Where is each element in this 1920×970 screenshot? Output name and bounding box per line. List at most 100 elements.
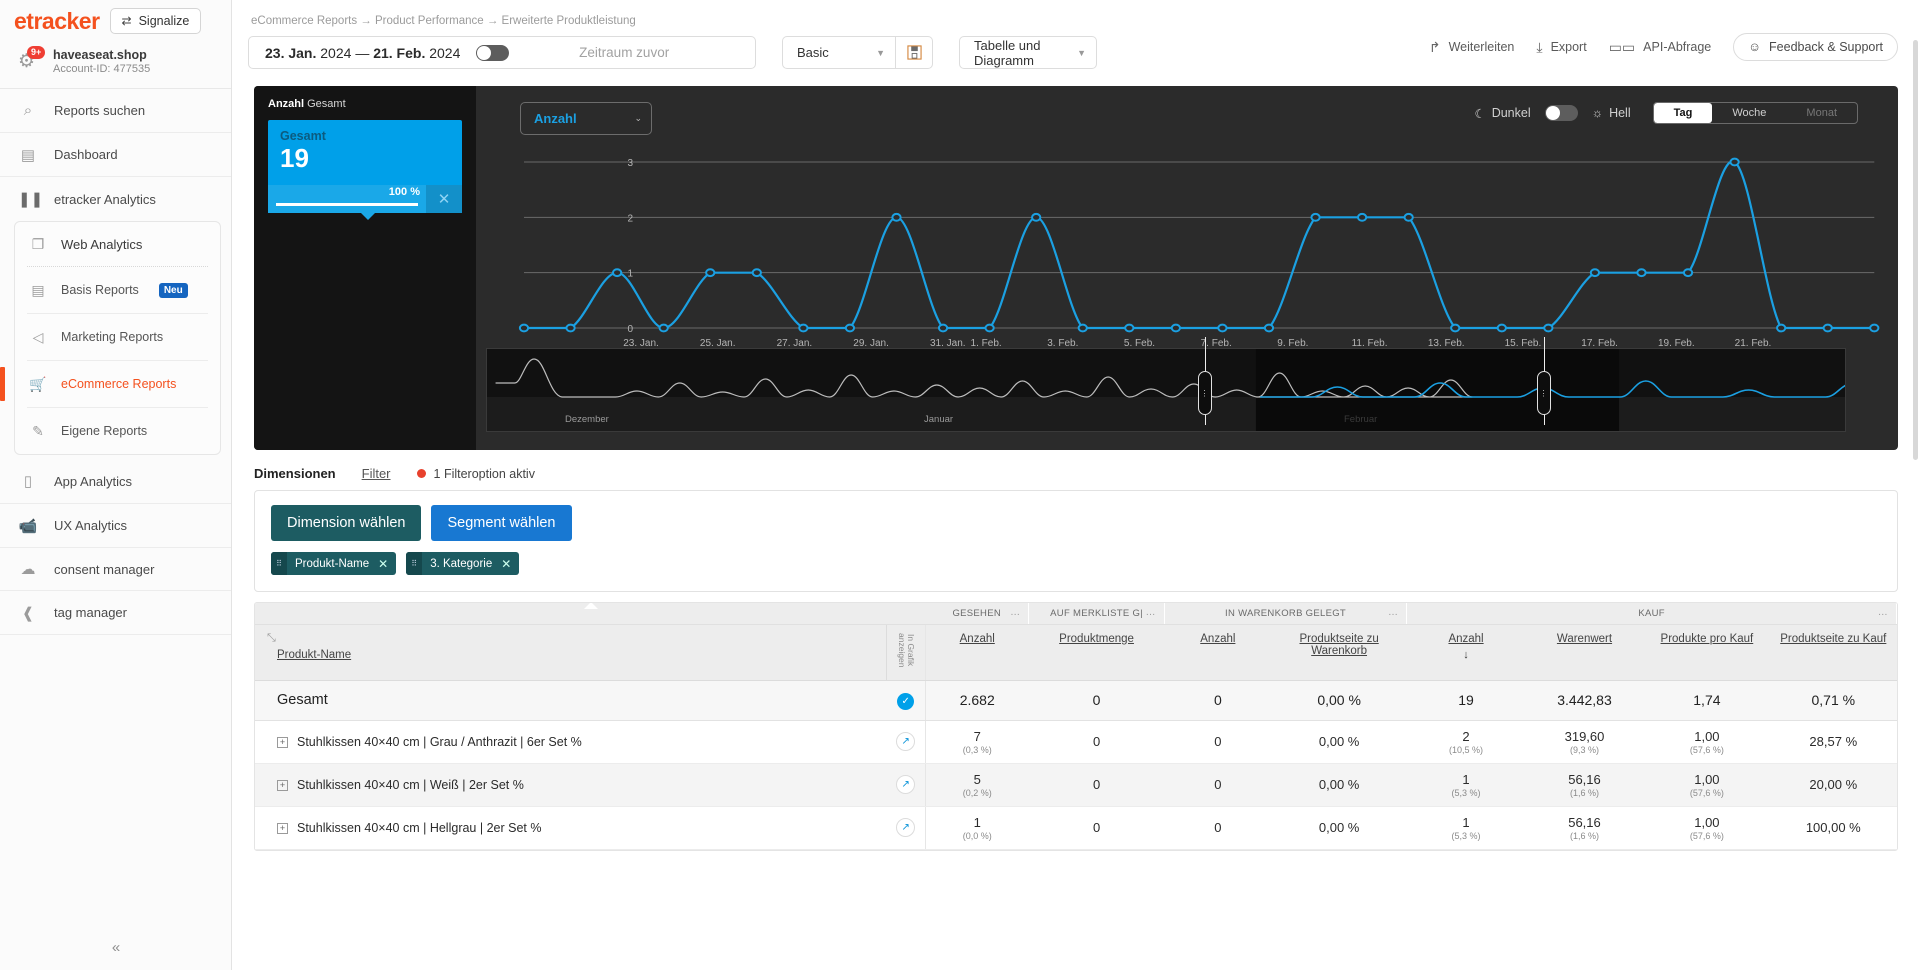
table-row[interactable]: + Stuhlkissen 40×40 cm | Weiß | 2er Set %… <box>255 763 1897 807</box>
total-cell: 0 <box>1164 680 1272 721</box>
preset-select[interactable]: Basic ▼ <box>782 36 895 69</box>
account-switcher[interactable]: ⚙ 9+ haveaseat.shop Account-ID: 477535 <box>0 42 231 89</box>
top-toolbar: eCommerce Reports → Product Performance … <box>232 0 1920 86</box>
theme-toggle[interactable] <box>1544 105 1578 121</box>
row-cell: 0 <box>1028 763 1165 807</box>
signalize-button[interactable]: ⇄ Signalize <box>109 8 202 34</box>
row-cell: 319,60 (9,3 %) <box>1525 720 1644 764</box>
sidebar-item-marketing-reports[interactable]: ◁ Marketing Reports <box>15 314 220 360</box>
column-label[interactable]: Anzahl <box>960 633 995 645</box>
choose-segment-button[interactable]: Segment wählen <box>431 505 572 541</box>
sparkline-icon: ↗ <box>896 775 916 794</box>
sort-arrow-icon[interactable]: ↓ <box>1415 649 1517 661</box>
metric-select[interactable]: Anzahl ⌄ <box>520 102 652 135</box>
dimension-chips: ⠿ Produkt-Name ✕ ⠿ 3. Kategorie ✕ <box>271 552 1881 575</box>
sidebar-item-eigene-reports[interactable]: ✎ Eigene Reports <box>15 408 220 454</box>
sidebar-item-dashboard[interactable]: ▤ Dashboard <box>0 133 231 177</box>
column-label[interactable]: Anzahl <box>1200 633 1235 645</box>
navigator-handle-left[interactable]: ⋮ <box>1198 371 1212 415</box>
table-row[interactable]: + Stuhlkissen 40×40 cm | Hellgrau | 2er S… <box>255 806 1897 850</box>
account-name: haveaseat.shop <box>53 48 147 62</box>
line-chart[interactable]: 0 1 2 3 23. Jan. 25. Jan. 27. Jan. 29. Jan. 31. … <box>490 156 1884 356</box>
column-label[interactable]: Warenwert <box>1557 633 1612 645</box>
column-label[interactable]: Produktmenge <box>1059 633 1134 645</box>
choose-dimension-button[interactable]: Dimension wählen <box>271 505 422 541</box>
row-name-cell[interactable]: + Stuhlkissen 40×40 cm | Weiß | 2er Set % <box>255 763 887 807</box>
sidebar-item-ecommerce-reports[interactable]: 🛒 eCommerce Reports <box>0 361 220 407</box>
granularity-tag[interactable]: Tag <box>1653 103 1713 123</box>
date-range-control[interactable]: 23. Jan. 2024 — 21. Feb. 2024 Zeitraum z… <box>248 36 756 69</box>
metric-card-close-button[interactable]: ✕ <box>426 185 462 213</box>
chip-3-kategorie[interactable]: ⠿ 3. Kategorie ✕ <box>406 552 520 575</box>
group-menu-icon[interactable]: … <box>1145 607 1155 618</box>
sidebar-item-label: tag manager <box>54 605 127 620</box>
column-label[interactable]: Produkte pro Kauf <box>1661 633 1754 645</box>
column-label[interactable]: Produktseite zu Kauf <box>1780 633 1886 645</box>
sidebar-item-ux-analytics[interactable]: 📹 UX Analytics <box>0 503 231 547</box>
group-menu-icon[interactable]: … <box>1010 607 1020 618</box>
row-name-cell[interactable]: + Stuhlkissen 40×40 cm | Hellgrau | 2er S… <box>255 806 887 850</box>
sidebar-collapse-button[interactable]: « <box>0 939 232 956</box>
export-button[interactable]: ⤓ Export <box>1536 39 1586 56</box>
total-cell: 2.682 <box>924 680 1029 721</box>
sidebar-item-basis-reports[interactable]: ▤ Basis Reports Neu <box>15 267 220 313</box>
row-graphic-toggle[interactable]: ↗ <box>886 720 926 764</box>
granularity-woche[interactable]: Woche <box>1712 103 1786 123</box>
collapse-arrows-icon[interactable]: ⤡ <box>267 632 276 645</box>
navigator-svg <box>487 349 1845 431</box>
table-row[interactable]: + Stuhlkissen 40×40 cm | Grau / Anthrazit… <box>255 720 1897 764</box>
column-label[interactable]: Anzahl <box>1448 633 1483 645</box>
row-cell: 20,00 % <box>1770 763 1897 807</box>
tab-dimensionen[interactable]: Dimensionen <box>254 466 336 481</box>
filter-active-label: 1 Filteroption aktiv <box>433 466 535 481</box>
column-label: In Grafik anzeigen <box>896 632 916 668</box>
pencil-icon: ✎ <box>32 422 44 439</box>
save-report-button[interactable] <box>895 36 933 69</box>
row-cell: 1,00 (57,6 %) <box>1643 806 1771 850</box>
view-mode-select[interactable]: Tabelle und Diagramm ▼ <box>959 36 1097 69</box>
expand-row-icon[interactable]: + <box>277 822 288 834</box>
sidebar-item-label: consent manager <box>54 561 155 577</box>
date-range-value[interactable]: 23. Jan. 2024 — 21. Feb. 2024 <box>249 45 476 61</box>
sidebar-item-app-analytics[interactable]: ▯ App Analytics <box>0 459 231 503</box>
chart-navigator[interactable]: Dezember Januar Februar ⋮ ⋮ <box>486 337 1846 432</box>
granularity-monat[interactable]: Monat <box>1786 103 1857 123</box>
metric-card-top: Gesamt 19 <box>268 120 462 185</box>
report-table-wrapper: GESEHEN… AUF MERKLISTE G|… IN WARENKORB … <box>254 602 1898 851</box>
expand-row-icon[interactable]: + <box>277 736 288 748</box>
group-header-warenkorb: IN WARENKORB GELEGT… <box>1164 603 1408 625</box>
metric-card[interactable]: Gesamt 19 100 % ✕ <box>268 120 462 220</box>
sidebar-item-web-analytics[interactable]: ❐ Web Analytics <box>15 222 220 266</box>
sidebar-item-reports-suchen[interactable]: ⌕ Reports suchen <box>0 89 231 133</box>
compare-period-toggle[interactable] <box>476 44 510 61</box>
total-row-graphic-toggle[interactable]: ✓ <box>886 680 926 721</box>
column-label[interactable]: Produkt-Name <box>277 649 351 661</box>
account-settings[interactable]: ⚙ 9+ <box>18 46 46 74</box>
sidebar-item-consent-manager[interactable]: ☁ consent manager <box>0 547 231 591</box>
feedback-support-button[interactable]: ☺ Feedback & Support <box>1733 33 1898 61</box>
row-graphic-toggle[interactable]: ↗ <box>886 763 926 807</box>
close-icon[interactable]: ✕ <box>501 557 511 571</box>
close-icon[interactable]: ✕ <box>378 557 388 571</box>
page-scrollbar[interactable] <box>1913 40 1918 460</box>
tab-filter[interactable]: Filter <box>362 466 391 481</box>
api-query-button[interactable]: ▭▭ API-Abfrage <box>1609 39 1712 56</box>
group-menu-icon[interactable]: … <box>1878 607 1888 618</box>
sidebar-item-etracker-analytics[interactable]: ❚❚ etracker Analytics <box>0 177 231 221</box>
row-cell: 0 <box>1164 806 1272 850</box>
check-icon: ✓ <box>897 692 915 710</box>
forward-button[interactable]: ↱ Weiterleiten <box>1429 39 1515 56</box>
drag-handle-icon[interactable]: ⠿ <box>406 552 423 575</box>
row-graphic-toggle[interactable]: ↗ <box>886 806 926 850</box>
row-name-cell[interactable]: + Stuhlkissen 40×40 cm | Grau / Anthrazit… <box>255 720 887 764</box>
total-cell: 19 <box>1406 680 1526 721</box>
expand-row-icon[interactable]: + <box>277 779 288 791</box>
drag-handle-icon[interactable]: ⠿ <box>271 552 287 575</box>
metric-card-percent: 100 % <box>388 186 420 198</box>
camera-icon: 📹 <box>18 517 38 535</box>
column-label[interactable]: Produktseite zu Warenkorb <box>1299 633 1378 657</box>
group-menu-icon[interactable]: … <box>1388 607 1398 618</box>
chip-produkt-name[interactable]: ⠿ Produkt-Name ✕ <box>271 552 397 575</box>
sidebar-item-tag-manager[interactable]: ❰ tag manager <box>0 591 231 635</box>
navigator-handle-right[interactable]: ⋮ <box>1537 371 1551 415</box>
